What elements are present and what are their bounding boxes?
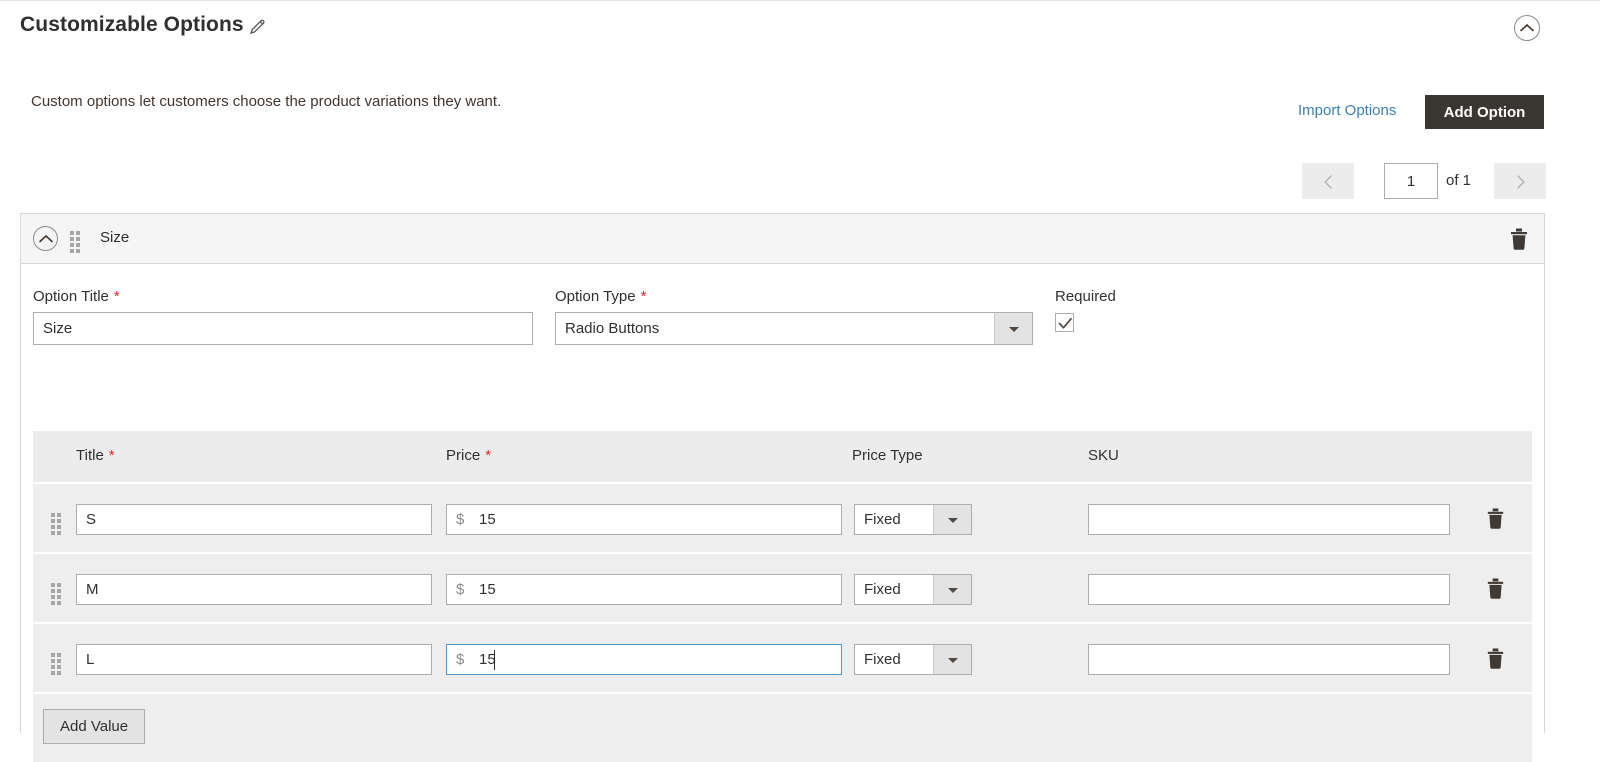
option-title-label: Size [100,229,130,246]
pagination: of 1 [0,163,1600,203]
add-value-button[interactable]: Add Value [43,709,146,744]
currency-symbol: $ [456,651,465,668]
required-field-label: Required [1055,288,1116,305]
option-type-select[interactable]: Radio Buttons [555,312,1033,345]
value-price-field[interactable]: $ [446,644,842,675]
required-marker: * [108,447,115,464]
collapse-option-button[interactable] [33,226,58,251]
trash-icon [1487,508,1504,529]
section-header: Customizable Options [0,0,1600,56]
option-title-text: Option Title [33,288,109,305]
value-price-type-select[interactable]: Fixed [854,574,972,605]
value-price-field[interactable]: $ [446,574,842,605]
value-title-input[interactable] [76,644,432,675]
value-price-type-selected: Fixed [864,651,901,668]
chevron-down-icon[interactable] [933,505,971,534]
value-sku-input[interactable] [1088,644,1450,675]
option-field-row: Option Title* Option Type* Radio Buttons… [21,264,1544,361]
option-title-field-label: Option Title * [33,288,120,305]
value-price-input[interactable] [475,575,835,604]
section-description: Custom options let customers choose the … [31,93,502,110]
value-price-type-selected: Fixed [864,581,901,598]
pagination-total-label: of 1 [1446,172,1472,189]
trash-icon [1487,578,1504,599]
column-header-sku: SKU [1088,447,1119,464]
chevron-up-icon [1520,23,1534,32]
value-price-type-select[interactable]: Fixed [854,644,972,675]
text-cursor [494,650,495,670]
table-row: $ Fixed [33,552,1532,622]
chevron-down-icon[interactable] [933,575,971,604]
value-title-input[interactable] [76,504,432,535]
currency-symbol: $ [456,581,465,598]
option-type-selected-value: Radio Buttons [565,320,660,337]
required-marker: * [113,288,120,305]
delete-value-button[interactable] [1485,507,1506,530]
required-marker: * [640,288,647,305]
value-title-input[interactable] [76,574,432,605]
pagination-page-input[interactable] [1384,163,1438,199]
top-divider [0,0,1600,1]
pencil-icon[interactable] [246,16,268,38]
drag-handle-icon[interactable] [51,653,63,677]
currency-symbol: $ [456,511,465,528]
custom-option-panel: Size Option Title* Option Type* Radio Bu… [20,213,1545,762]
check-icon [1058,317,1072,329]
option-values-grid: Title* Price* Price Type SKU $ [33,431,1532,762]
column-header-title: Title * [76,447,115,464]
option-header-bar: Size [21,214,1544,264]
required-checkbox[interactable] [1055,313,1074,332]
collapse-section-button[interactable] [1514,15,1540,41]
add-option-button[interactable]: Add Option [1425,95,1544,129]
required-marker: * [485,447,492,464]
delete-value-button[interactable] [1485,577,1506,600]
value-price-input[interactable] [475,505,835,534]
table-row: $ Fixed [33,482,1532,552]
option-type-text: Option Type [555,288,636,305]
values-grid-header: Title * Price * Price Type SKU [33,431,1532,482]
option-body: Option Title* Option Type* Radio Buttons… [21,264,1544,762]
drag-handle-icon[interactable] [70,231,82,255]
value-price-type-select[interactable]: Fixed [854,504,972,535]
chevron-down-icon[interactable] [933,645,971,674]
value-price-input[interactable] [475,645,835,674]
chevron-right-icon [1517,175,1525,189]
table-row: $ Fixed [33,622,1532,692]
column-header-title-text: Title [76,447,104,464]
values-grid-footer: Add Value [33,692,1532,762]
chevron-left-icon [1324,175,1332,189]
column-header-price: Price * [446,447,491,464]
chevron-down-icon[interactable] [994,313,1032,344]
value-sku-input[interactable] [1088,504,1450,535]
option-type-field-label: Option Type * [555,288,646,305]
drag-handle-icon[interactable] [51,583,63,607]
option-title-input[interactable] [33,312,533,345]
trash-icon [1487,648,1504,669]
trash-icon [1511,228,1527,250]
value-sku-input[interactable] [1088,574,1450,605]
drag-handle-icon[interactable] [51,513,63,537]
delete-option-button[interactable] [1508,227,1530,251]
import-options-link[interactable]: Import Options [1298,102,1396,119]
column-header-price-text: Price [446,447,481,464]
chevron-up-icon [39,234,53,243]
value-price-type-selected: Fixed [864,511,901,528]
page-title: Customizable Options [20,13,244,36]
delete-value-button[interactable] [1485,647,1506,670]
column-header-price-type: Price Type [852,447,923,464]
value-price-field[interactable]: $ [446,504,842,535]
pagination-previous-button[interactable] [1302,163,1354,199]
pagination-next-button[interactable] [1494,163,1546,199]
